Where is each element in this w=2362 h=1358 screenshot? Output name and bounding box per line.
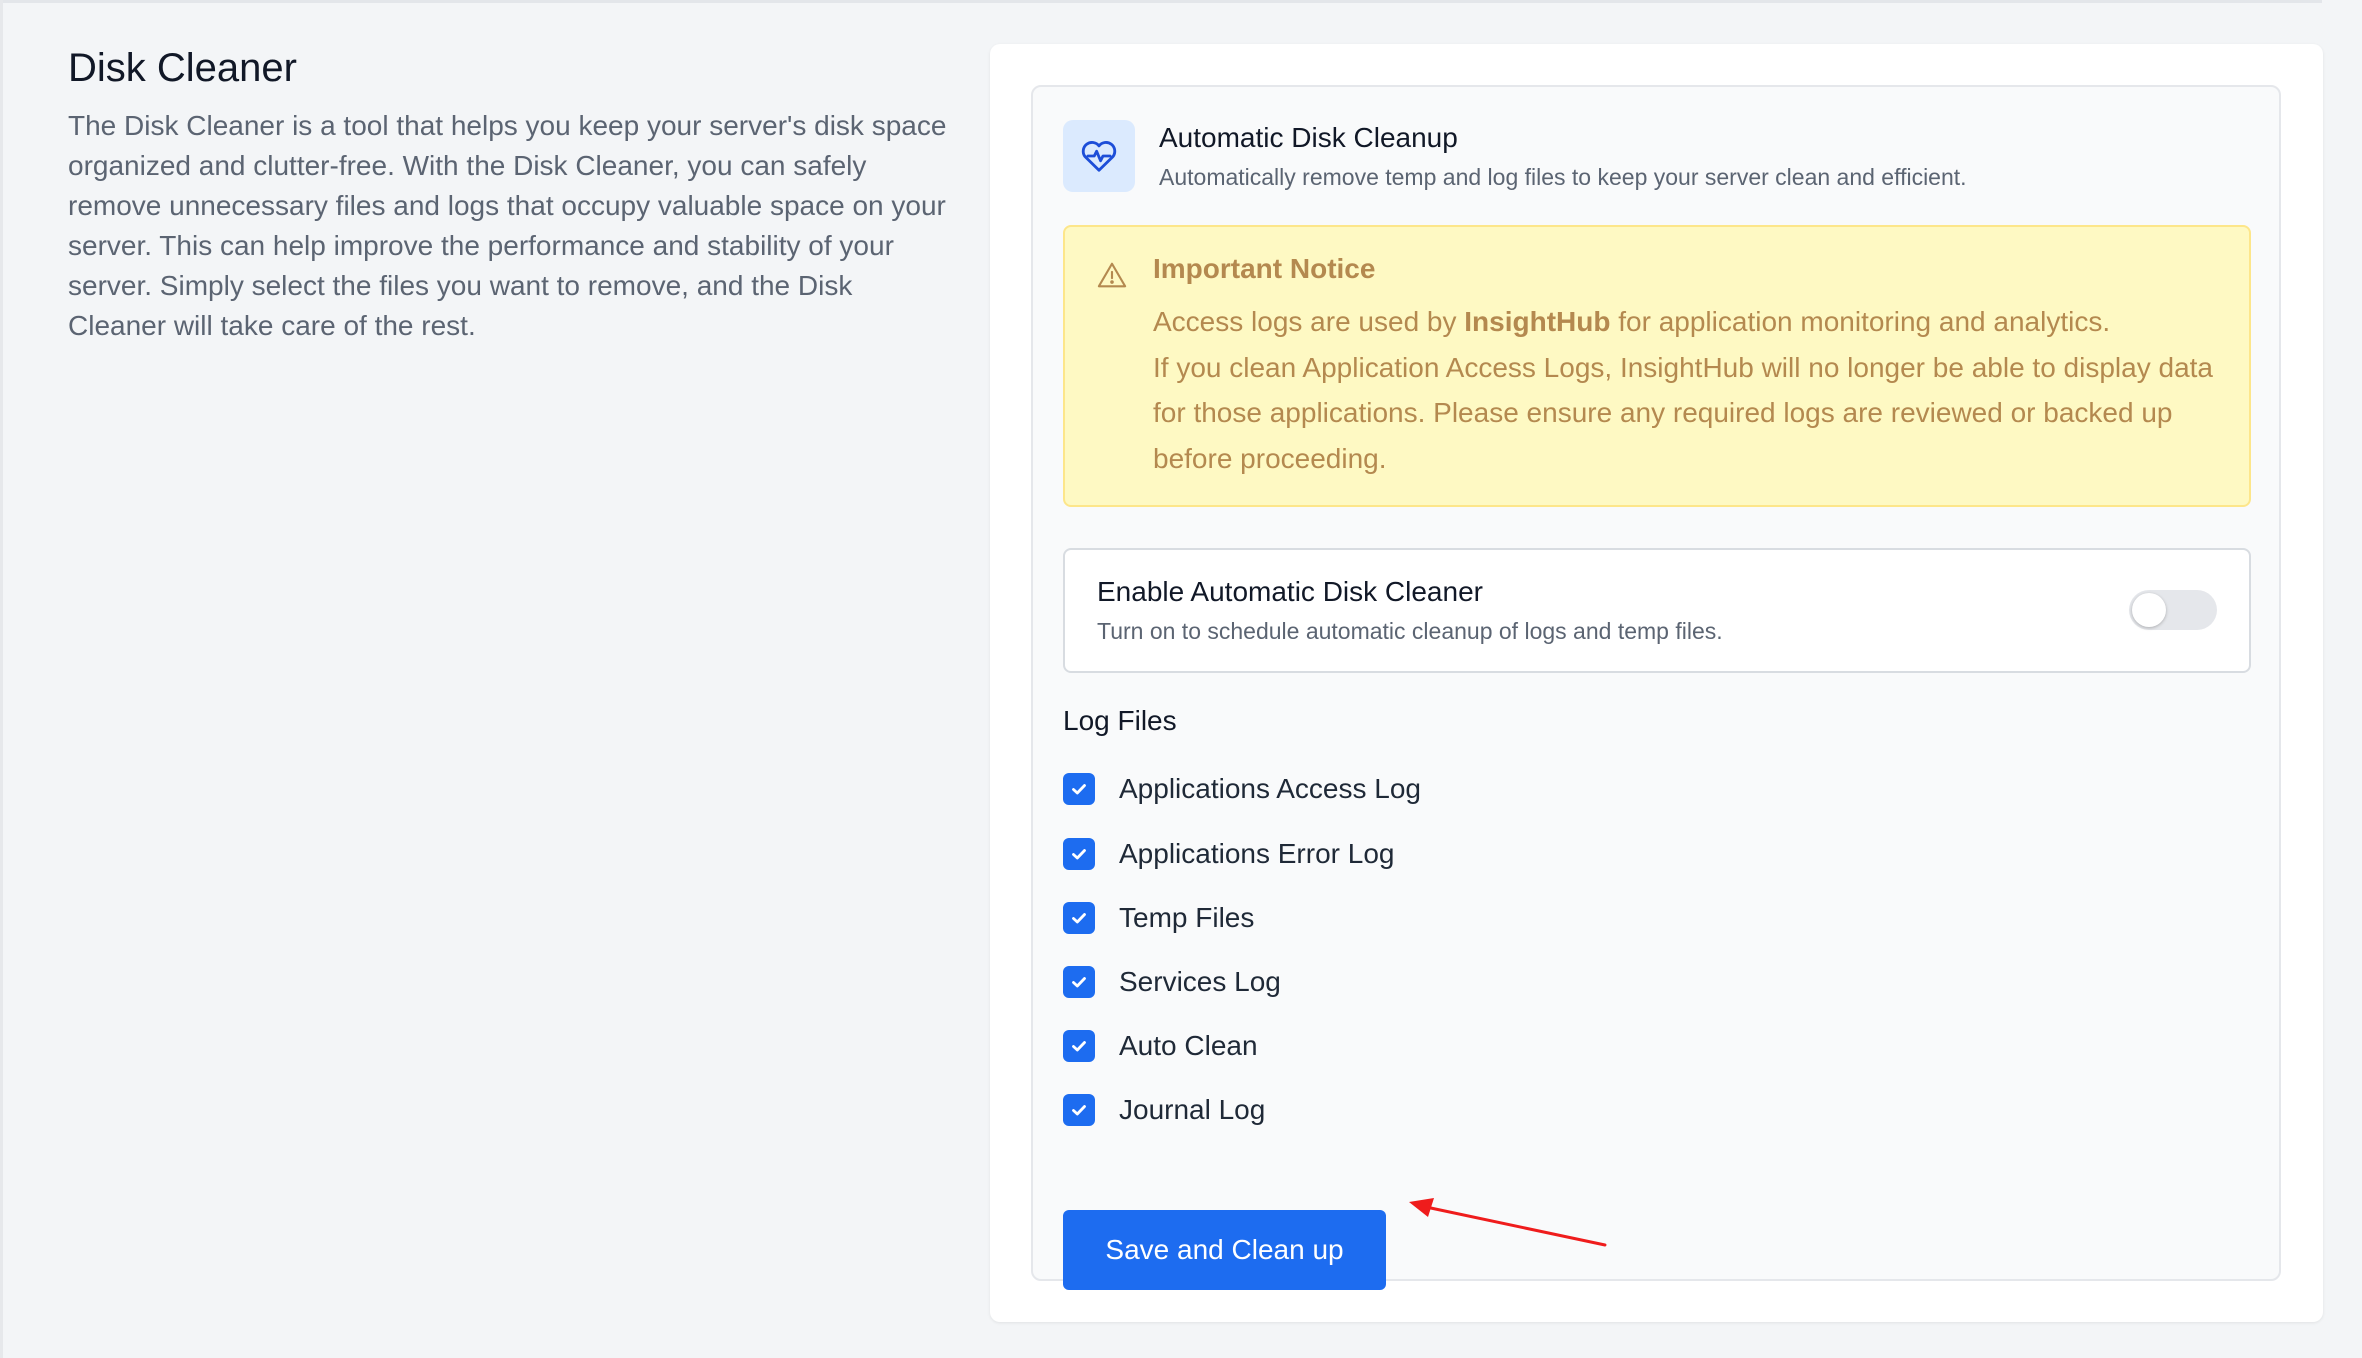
toggle-knob xyxy=(2132,593,2166,627)
checkbox-checked-icon[interactable] xyxy=(1063,773,1095,805)
log-files-heading: Log Files xyxy=(1063,705,1177,736)
log-item-temp-files[interactable]: Temp Files xyxy=(1063,902,1254,934)
auto-cleaner-setting: Enable Automatic Disk Cleaner Turn on to… xyxy=(1063,548,2251,673)
auto-cleanup-subtitle: Automatically remove temp and log files … xyxy=(1159,164,1967,190)
notice-line-2: If you clean Application Access Logs, In… xyxy=(1153,351,2213,474)
log-item-label: Applications Error Log xyxy=(1119,838,1395,869)
log-item-label: Applications Access Log xyxy=(1119,773,1421,804)
save-and-clean-up-button[interactable]: Save and Clean up xyxy=(1063,1210,1386,1290)
auto-cleaner-title: Enable Automatic Disk Cleaner xyxy=(1097,576,1483,607)
log-item-label: Journal Log xyxy=(1119,1094,1266,1125)
auto-cleaner-subtitle: Turn on to schedule automatic cleanup of… xyxy=(1097,618,1723,644)
checkbox-checked-icon[interactable] xyxy=(1063,1030,1095,1062)
log-item-label: Temp Files xyxy=(1119,902,1255,933)
warning-triangle-icon xyxy=(1097,261,1127,294)
page-title: Disk Cleaner xyxy=(68,46,297,90)
log-item-label: Auto Clean xyxy=(1119,1030,1258,1061)
log-item-label: Services Log xyxy=(1119,966,1281,997)
auto-cleanup-title: Automatic Disk Cleanup xyxy=(1159,122,1458,153)
disk-cleaner-intro: Disk Cleaner The Disk Cleaner is a tool … xyxy=(68,42,948,346)
top-divider xyxy=(0,0,2322,3)
log-item-applications-error-log[interactable]: Applications Error Log xyxy=(1063,838,1394,870)
notice-body: Access logs are used by InsightHub for a… xyxy=(1153,299,2223,481)
log-item-services-log[interactable]: Services Log xyxy=(1063,966,1281,998)
checkbox-checked-icon[interactable] xyxy=(1063,902,1095,934)
log-item-auto-clean[interactable]: Auto Clean xyxy=(1063,1030,1258,1062)
auto-cleanup-header: Automatic Disk Cleanup Automatically rem… xyxy=(1063,120,2249,195)
checkbox-checked-icon[interactable] xyxy=(1063,838,1095,870)
left-edge-divider xyxy=(0,0,3,1358)
annotation-arrow-icon xyxy=(1409,1198,1607,1247)
checkbox-checked-icon[interactable] xyxy=(1063,1094,1095,1126)
notice-title: Important Notice xyxy=(1153,253,1376,284)
log-item-journal-log[interactable]: Journal Log xyxy=(1063,1094,1265,1126)
checkbox-checked-icon[interactable] xyxy=(1063,966,1095,998)
heart-pulse-icon xyxy=(1063,120,1135,192)
settings-card: Automatic Disk Cleanup Automatically rem… xyxy=(990,44,2323,1322)
auto-cleaner-toggle[interactable] xyxy=(2129,590,2217,630)
auto-cleanup-panel: Automatic Disk Cleanup Automatically rem… xyxy=(1031,85,2281,1290)
important-notice: Important Notice Access logs are used by… xyxy=(1063,225,2251,507)
notice-line-1: Access logs are used by InsightHub for a… xyxy=(1153,306,2111,337)
log-item-applications-access-log[interactable]: Applications Access Log xyxy=(1063,773,1421,805)
notice-brand: InsightHub xyxy=(1464,306,1611,337)
page-description: The Disk Cleaner is a tool that helps yo… xyxy=(68,110,947,341)
